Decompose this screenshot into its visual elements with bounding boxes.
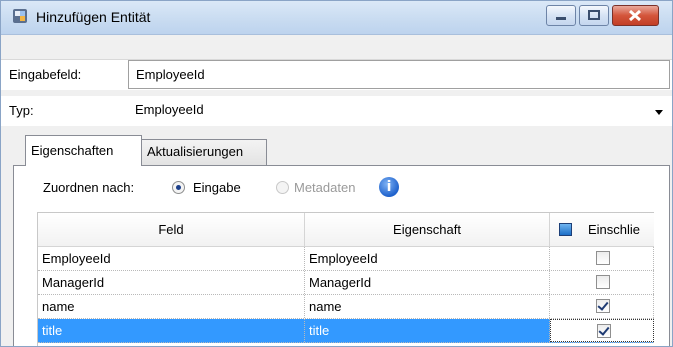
mapping-label: Zuordnen nach: xyxy=(43,180,135,195)
radio-metadaten xyxy=(276,181,289,194)
cell-eigenschaft[interactable]: ManagerId xyxy=(305,271,550,294)
tab-eigenschaften[interactable]: Eigenschaften xyxy=(25,135,142,166)
cell-include xyxy=(550,271,654,294)
minimize-icon xyxy=(556,17,566,20)
input-field[interactable]: EmployeeId ... xyxy=(128,60,670,89)
radio-eingabe[interactable] xyxy=(172,181,185,194)
info-icon[interactable]: i xyxy=(379,177,399,197)
table-row-selected[interactable]: title title xyxy=(38,319,654,343)
minimize-button[interactable] xyxy=(546,5,576,26)
tab-aktualisierungen[interactable]: Aktualisierungen xyxy=(141,139,267,165)
mapping-grid: Feld Eigenschaft Einschlie EmployeeId Em… xyxy=(37,212,654,346)
include-checkbox[interactable] xyxy=(596,251,610,265)
cell-include xyxy=(550,295,654,318)
radio-eingabe-label[interactable]: Eingabe xyxy=(193,180,241,195)
include-checkbox[interactable] xyxy=(597,324,611,338)
column-header-feld[interactable]: Feld xyxy=(38,213,305,246)
column-header-einschliessen-label: Einschlie xyxy=(588,222,641,237)
cell-eigenschaft[interactable]: name xyxy=(305,295,550,318)
maximize-button[interactable] xyxy=(579,5,609,26)
include-checkbox[interactable] xyxy=(596,275,610,289)
column-header-eigenschaft[interactable]: Eigenschaft xyxy=(305,213,550,246)
table-row[interactable]: ManagerId ManagerId xyxy=(38,271,654,295)
radio-metadaten-label: Metadaten xyxy=(294,180,356,195)
cell-include xyxy=(550,319,654,342)
cell-feld[interactable]: title xyxy=(38,319,305,342)
close-icon xyxy=(628,9,642,22)
cell-eigenschaft[interactable]: EmployeeId xyxy=(305,247,550,270)
grid-header: Feld Eigenschaft Einschlie xyxy=(38,213,654,247)
cell-eigenschaft[interactable]: title xyxy=(305,319,550,342)
type-row[interactable]: Typ: EmployeeId xyxy=(1,96,672,126)
input-field-label: Eingabefeld: xyxy=(9,67,82,82)
window-title: Hinzufügen Entität xyxy=(36,9,151,25)
table-row[interactable]: name name xyxy=(38,295,654,319)
app-icon xyxy=(13,9,27,23)
table-row[interactable]: EmployeeId EmployeeId xyxy=(38,247,654,271)
input-field-value: EmployeeId xyxy=(136,67,205,82)
input-field-row: Eingabefeld: EmployeeId ... xyxy=(1,59,672,90)
maximize-icon xyxy=(588,10,600,20)
type-value: EmployeeId xyxy=(135,102,204,117)
include-checkbox[interactable] xyxy=(596,299,610,313)
cell-include xyxy=(550,247,654,270)
cell-feld[interactable]: EmployeeId xyxy=(38,247,305,270)
cell-feld[interactable]: ManagerId xyxy=(38,271,305,294)
cell-feld[interactable]: name xyxy=(38,295,305,318)
close-button[interactable] xyxy=(612,5,659,26)
column-header-einschliessen[interactable]: Einschlie xyxy=(550,213,654,246)
type-label: Typ: xyxy=(9,103,34,118)
chevron-down-icon[interactable] xyxy=(651,104,663,115)
title-bar[interactable]: Hinzufügen Entität xyxy=(1,1,672,35)
select-all-checkbox[interactable] xyxy=(559,223,572,236)
dialog-window: Hinzufügen Entität Eingabefeld: Employee… xyxy=(0,0,673,347)
